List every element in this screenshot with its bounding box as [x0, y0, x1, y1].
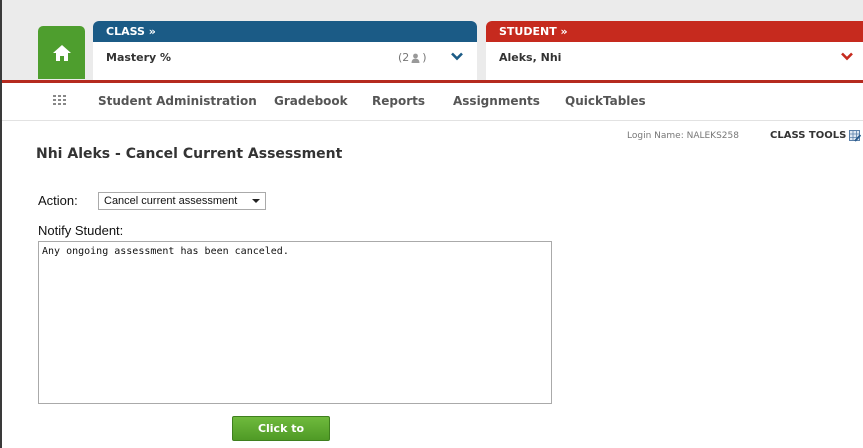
student-value: Aleks, Nhi [499, 51, 562, 64]
nav-gradebook[interactable]: Gradebook [274, 94, 348, 108]
nav-student-administration[interactable]: Student Administration [98, 94, 257, 108]
user-icon [411, 53, 420, 63]
class-label: CLASS » [93, 21, 477, 42]
home-icon [52, 44, 71, 61]
nav-reports[interactable]: Reports [372, 94, 425, 108]
action-selected-value: Cancel current assessment [104, 195, 238, 207]
grid-menu-icon[interactable] [53, 95, 67, 105]
home-button[interactable] [38, 26, 85, 79]
action-label: Action: [38, 193, 78, 208]
header: CLASS » Mastery % (2 ) STUDENT » Aleks, … [2, 0, 863, 80]
class-tools-icon[interactable] [849, 130, 861, 142]
nav-quicktables[interactable]: QuickTables [565, 94, 646, 108]
class-tools-link[interactable]: CLASS TOOLS [770, 130, 846, 141]
notify-student-label: Notify Student: [38, 223, 124, 238]
notify-student-textarea[interactable]: Any ongoing assessment has been canceled… [38, 241, 552, 404]
class-selector[interactable]: CLASS » Mastery % (2 ) [93, 21, 477, 80]
page-title: Nhi Aleks - Cancel Current Assessment [36, 146, 343, 162]
class-value: Mastery % [106, 51, 172, 64]
nav-assignments[interactable]: Assignments [453, 94, 540, 108]
class-student-count: (2 ) [398, 51, 427, 64]
action-dropdown[interactable]: Cancel current assessment [98, 192, 266, 210]
student-label: STUDENT » [486, 21, 863, 42]
chevron-down-icon[interactable] [841, 52, 853, 61]
dropdown-caret-icon [252, 199, 260, 203]
login-name: Login Name: NALEKS258 [627, 131, 739, 141]
student-selector[interactable]: STUDENT » Aleks, Nhi [486, 21, 863, 80]
confirm-button[interactable]: Click to Confirm [232, 416, 330, 448]
chevron-down-icon[interactable] [451, 52, 463, 61]
main-nav: Student Administration Gradebook Reports… [2, 83, 863, 121]
